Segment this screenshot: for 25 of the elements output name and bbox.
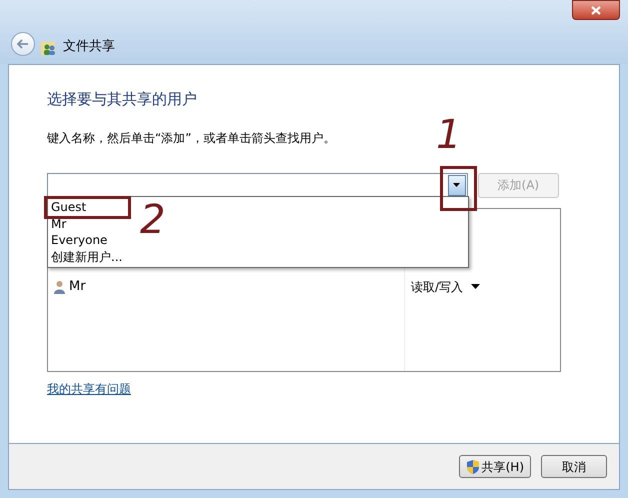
shield-icon — [466, 458, 480, 474]
handwritten-number: 1 — [436, 115, 462, 155]
heading: 选择要与其共享的用户 — [47, 89, 198, 110]
dropdown-item[interactable]: Guest — [51, 199, 86, 216]
annotation-box — [440, 166, 477, 211]
share-button[interactable]: 共享(H) — [458, 455, 531, 478]
close-icon — [591, 6, 601, 14]
back-button[interactable] — [11, 32, 35, 56]
permission-dropdown[interactable]: 读取/写入 — [411, 276, 560, 296]
instruction-text: 键入名称，然后单击“添加”，或者单击箭头查找用户。 — [47, 130, 336, 146]
help-link[interactable]: 我的共享有问题 — [47, 380, 131, 398]
dropdown-item[interactable]: 创建新用户... — [51, 248, 122, 265]
user-name: Mr — [69, 278, 86, 296]
caret-icon — [471, 284, 480, 289]
dropdown-item[interactable]: Mr — [51, 216, 66, 232]
caret-icon — [453, 183, 460, 187]
user-icon — [54, 280, 65, 294]
users-icon — [41, 40, 57, 56]
cancel-button[interactable]: 取消 — [541, 455, 607, 478]
close-button[interactable] — [572, 0, 620, 20]
dropdown-item[interactable]: Everyone — [51, 232, 108, 248]
dropdown-button[interactable] — [448, 174, 466, 196]
handwritten-number: 2 — [140, 200, 166, 240]
window-title: 文件共享 — [63, 38, 115, 56]
back-arrow-icon — [17, 39, 29, 49]
